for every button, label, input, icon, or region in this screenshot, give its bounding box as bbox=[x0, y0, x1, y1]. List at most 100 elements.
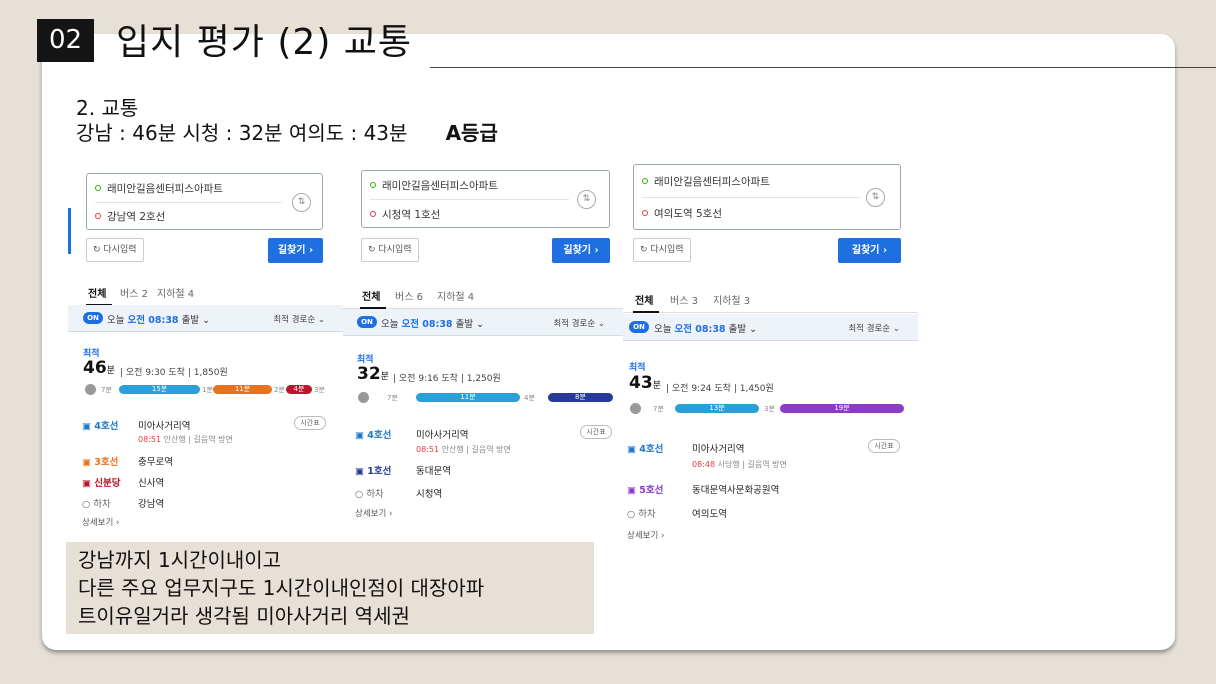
origin-field[interactable]: 래미안길음센터피스아파트 bbox=[95, 181, 223, 196]
comment-box: 강남까지 1시간이내이고 다른 주요 업무지구도 1시간이내인점이 대장아파 트… bbox=[66, 542, 594, 634]
duration: 32분 bbox=[357, 364, 389, 384]
origin-dot-icon bbox=[370, 182, 376, 188]
segment-line4: 13분 bbox=[675, 404, 759, 413]
step-station: 여의도역 bbox=[692, 509, 727, 520]
step-line: ○ 하차 bbox=[82, 499, 111, 510]
route-panel-gangnam: 래미안길음센터피스아파트 강남역 2호선 ⇅ ↻ 다시입력 길찾기 › 전체 버… bbox=[68, 158, 343, 543]
destination-dot-icon bbox=[370, 211, 376, 217]
detail-link[interactable]: 상세보기 › bbox=[355, 507, 392, 519]
step-line: ▣ 4호선 bbox=[82, 421, 119, 432]
find-route-button[interactable]: 길찾기 › bbox=[268, 238, 323, 263]
route-input-box: 래미안길음센터피스아파트 시청역 1호선 ⇅ bbox=[361, 170, 610, 228]
departure-time[interactable]: 오늘 오전 08:38 출발 ⌄ bbox=[654, 321, 757, 335]
walk-icon bbox=[358, 392, 369, 403]
destination-dot-icon bbox=[642, 210, 648, 216]
comment-line: 강남까지 1시간이내이고 bbox=[78, 548, 282, 572]
arrival-info: | 오전 9:16 도착 | 1,250원 bbox=[393, 374, 501, 384]
departure-bar: ON 오늘 오전 08:38 출발 ⌄ 최적 경로순 ⌄ bbox=[343, 309, 623, 336]
step-detail: 08:51 안산행 | 길음역 방면 bbox=[138, 435, 233, 444]
tab-all[interactable]: 전체 bbox=[635, 292, 653, 307]
walk-time: 3분 bbox=[314, 386, 325, 394]
slide-title: 입지 평가 (2) 교통 bbox=[116, 22, 413, 63]
tab-indicator bbox=[633, 311, 659, 313]
step-station: 충무로역 bbox=[138, 457, 173, 468]
segment-sinbundang: 4분 bbox=[286, 385, 312, 394]
commute-summary: 강남 : 46분 시청 : 32분 여의도 : 43분 A등급 bbox=[76, 117, 498, 146]
step-station: 강남역 bbox=[138, 499, 165, 510]
route-tabs: 전체 버스 3 지하철 3 bbox=[623, 285, 918, 313]
reset-button[interactable]: ↻ 다시입력 bbox=[86, 238, 144, 262]
departure-time[interactable]: 오늘 오전 08:38 출발 ⌄ bbox=[381, 316, 484, 330]
on-badge: ON bbox=[629, 321, 649, 333]
tab-bus[interactable]: 버스 3 bbox=[670, 292, 698, 307]
route-tabs: 전체 버스 2 지하철 4 bbox=[68, 278, 343, 306]
step-line: ▣ 1호선 bbox=[355, 466, 392, 477]
input-divider bbox=[95, 202, 282, 203]
arrival-info: | 오전 9:30 도착 | 1,850원 bbox=[120, 368, 228, 378]
on-badge: ON bbox=[83, 312, 103, 324]
detail-link[interactable]: 상세보기 › bbox=[627, 529, 664, 541]
arrival-info: | 오전 9:24 도착 | 1,450원 bbox=[666, 384, 774, 394]
sort-dropdown[interactable]: 최적 경로순 ⌄ bbox=[553, 317, 605, 329]
step-station: 신사역 bbox=[138, 478, 165, 489]
route-input-box: 래미안길음센터피스아파트 강남역 2호선 ⇅ bbox=[86, 173, 323, 230]
input-divider bbox=[642, 197, 860, 198]
walk-time: 7분 bbox=[653, 405, 664, 413]
transfer-time: 4분 bbox=[524, 394, 535, 402]
tab-subway[interactable]: 지하철 3 bbox=[713, 292, 750, 307]
departure-time[interactable]: 오늘 오전 08:38 출발 ⌄ bbox=[107, 312, 210, 326]
segment-line3: 11분 bbox=[213, 385, 272, 394]
step-station: 미아사거리역 bbox=[692, 444, 745, 455]
step-station: 미아사거리역 bbox=[138, 421, 191, 432]
walk-time: 7분 bbox=[101, 386, 112, 394]
walk-icon bbox=[630, 403, 641, 414]
tab-subway[interactable]: 지하철 4 bbox=[157, 285, 194, 300]
transfer-time: 3분 bbox=[764, 405, 775, 413]
reset-button[interactable]: ↻ 다시입력 bbox=[361, 238, 419, 262]
find-route-button[interactable]: 길찾기 › bbox=[552, 238, 610, 263]
transfer-time: 2분 bbox=[274, 386, 285, 394]
find-route-button[interactable]: 길찾기 › bbox=[838, 238, 901, 263]
title-bar: 02 입지 평가 (2) 교통 bbox=[0, 0, 1216, 70]
destination-field[interactable]: 강남역 2호선 bbox=[95, 209, 165, 224]
step-station: 시청역 bbox=[416, 489, 443, 500]
on-badge: ON bbox=[357, 316, 377, 328]
route-input-box: 래미안길음센터피스아파트 여의도역 5호선 ⇅ bbox=[633, 164, 901, 230]
origin-field[interactable]: 래미안길음센터피스아파트 bbox=[370, 178, 498, 193]
destination-field[interactable]: 시청역 1호선 bbox=[370, 207, 440, 222]
best-label: 최적 bbox=[629, 363, 646, 373]
title-divider bbox=[430, 67, 1216, 68]
detail-link[interactable]: 상세보기 › bbox=[82, 516, 119, 528]
tab-bus[interactable]: 버스 6 bbox=[395, 288, 423, 303]
step-station: 동대문역사문화공원역 bbox=[692, 485, 780, 496]
timetable-button[interactable]: 시간표 bbox=[868, 439, 900, 453]
grade-label: A등급 bbox=[445, 121, 498, 145]
destination-field[interactable]: 여의도역 5호선 bbox=[642, 206, 722, 221]
reset-button[interactable]: ↻ 다시입력 bbox=[633, 238, 691, 262]
slide-number: 02 bbox=[37, 19, 94, 62]
departure-bar: ON 오늘 오전 08:38 출발 ⌄ 최적 경로순 ⌄ bbox=[68, 305, 343, 332]
origin-dot-icon bbox=[95, 185, 101, 191]
tab-all[interactable]: 전체 bbox=[88, 285, 106, 300]
origin-field[interactable]: 래미안길음센터피스아파트 bbox=[642, 174, 770, 189]
step-station: 미아사거리역 bbox=[416, 430, 469, 441]
input-divider bbox=[370, 199, 569, 200]
tab-all[interactable]: 전체 bbox=[362, 288, 380, 303]
timetable-button[interactable]: 시간표 bbox=[580, 425, 612, 439]
panel-scroll-marker bbox=[68, 208, 71, 254]
swap-icon[interactable]: ⇅ bbox=[577, 190, 596, 209]
sort-dropdown[interactable]: 최적 경로순 ⌄ bbox=[848, 322, 900, 334]
tab-bus[interactable]: 버스 2 bbox=[120, 285, 148, 300]
timetable-button[interactable]: 시간표 bbox=[294, 416, 326, 430]
segment-line5: 19분 bbox=[780, 404, 904, 413]
walk-time: 7분 bbox=[387, 394, 398, 402]
tab-subway[interactable]: 지하철 4 bbox=[437, 288, 474, 303]
segment-line4: 11분 bbox=[416, 393, 520, 402]
transfer-time: 1분 bbox=[202, 386, 213, 394]
step-station: 동대문역 bbox=[416, 466, 451, 477]
destination-dot-icon bbox=[95, 213, 101, 219]
walk-icon bbox=[85, 384, 96, 395]
sort-dropdown[interactable]: 최적 경로순 ⌄ bbox=[273, 313, 325, 325]
swap-icon[interactable]: ⇅ bbox=[292, 193, 311, 212]
swap-icon[interactable]: ⇅ bbox=[866, 188, 885, 207]
